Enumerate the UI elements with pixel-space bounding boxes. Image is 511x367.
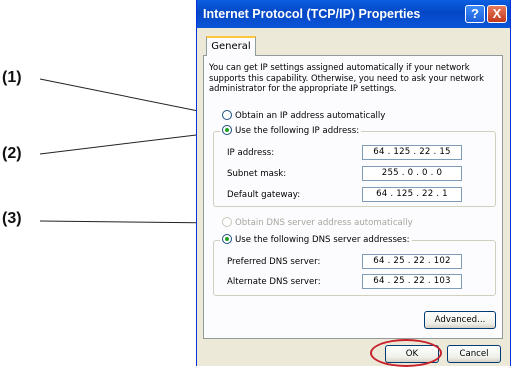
- obtain-dns-auto-label: Obtain DNS server address automatically: [235, 218, 413, 228]
- close-button[interactable]: X: [487, 5, 507, 23]
- obtain-ip-auto-option[interactable]: Obtain an IP address automatically: [222, 110, 385, 122]
- subnet-mask-field[interactable]: 255 . 0 . 0 . 0: [362, 166, 462, 181]
- cancel-button[interactable]: Cancel: [447, 345, 501, 363]
- subnet-mask-label: Subnet mask:: [227, 169, 287, 179]
- use-following-dns-option[interactable]: Use the following DNS server addresses:: [220, 234, 412, 246]
- intro-text: You can get IP settings assigned automat…: [209, 62, 484, 93]
- alternate-dns-field[interactable]: 64 . 25 . 22 . 103: [362, 274, 462, 289]
- window-title: Internet Protocol (TCP/IP) Properties: [203, 7, 421, 21]
- use-following-dns-radio[interactable]: [222, 234, 232, 244]
- help-icon: ?: [471, 6, 479, 21]
- close-icon: X: [492, 6, 502, 21]
- ok-button-highlight: [370, 339, 442, 367]
- ip-address-label: IP address:: [227, 148, 275, 158]
- obtain-ip-auto-radio[interactable]: [222, 110, 232, 120]
- help-button[interactable]: ?: [465, 5, 485, 23]
- advanced-button[interactable]: Advanced...: [424, 311, 496, 329]
- default-gateway-field[interactable]: 64 . 125 . 22 . 1: [362, 187, 462, 202]
- use-following-ip-label: Use the following IP address:: [235, 126, 360, 136]
- tcpip-properties-dialog: Internet Protocol (TCP/IP) Properties ? …: [196, 0, 511, 366]
- title-bar: Internet Protocol (TCP/IP) Properties ? …: [197, 0, 510, 28]
- preferred-dns-label: Preferred DNS server:: [227, 257, 321, 267]
- obtain-ip-auto-label: Obtain an IP address automatically: [235, 111, 386, 121]
- leader-line-2: [39, 131, 222, 155]
- preferred-dns-field[interactable]: 64 . 25 . 22 . 102: [362, 254, 462, 269]
- tab-general[interactable]: General: [206, 36, 256, 56]
- obtain-dns-auto-option[interactable]: Obtain DNS server address automatically: [222, 217, 413, 229]
- use-following-dns-label: Use the following DNS server addresses:: [235, 235, 410, 245]
- obtain-dns-auto-radio[interactable]: [222, 217, 232, 227]
- ip-address-field[interactable]: 64 . 125 . 22 . 15: [362, 145, 462, 160]
- leader-line-3: [39, 220, 222, 224]
- use-following-ip-radio[interactable]: [222, 125, 232, 135]
- default-gateway-label: Default gateway:: [227, 190, 301, 200]
- use-following-ip-option[interactable]: Use the following IP address:: [220, 125, 362, 137]
- alternate-dns-label: Alternate DNS server:: [227, 277, 321, 287]
